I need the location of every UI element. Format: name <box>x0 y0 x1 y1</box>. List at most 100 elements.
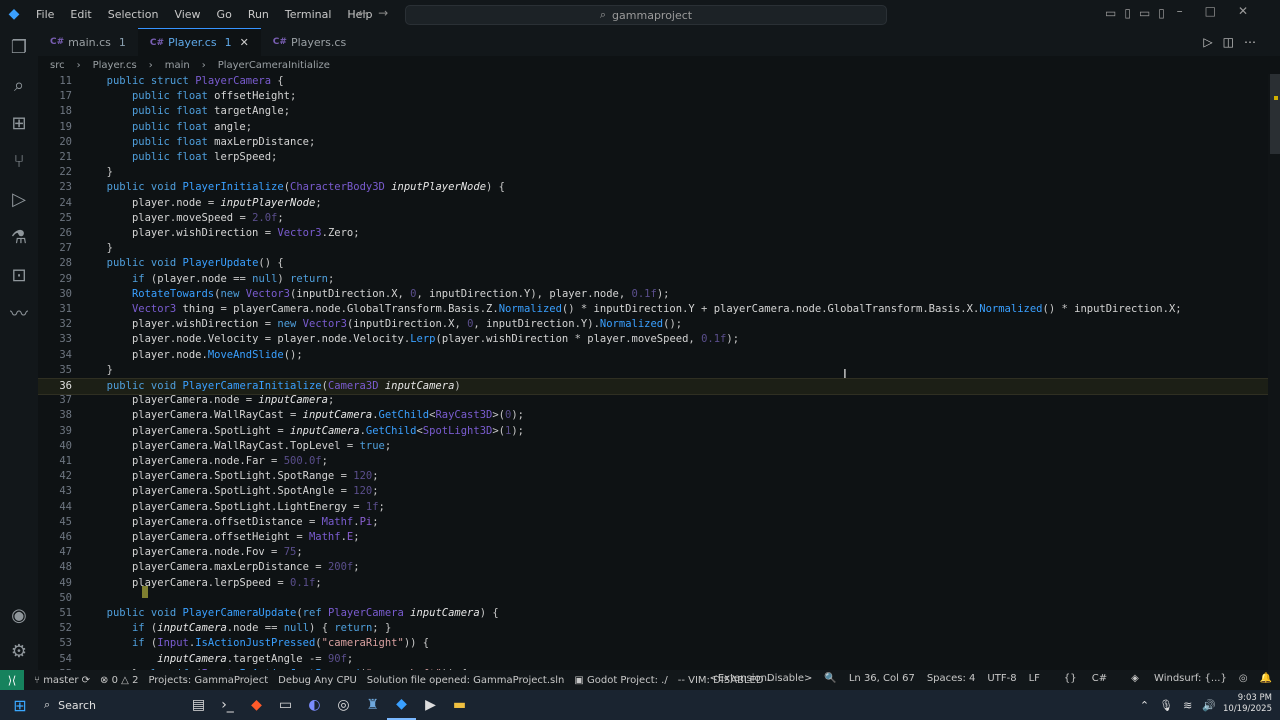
windows-start-icon[interactable]: ⊞ <box>0 690 40 720</box>
code-line[interactable]: 39 playerCamera.SpotLight = inputCamera.… <box>38 424 1268 439</box>
wifi-icon[interactable]: ≋ <box>1183 699 1202 712</box>
remote-explorer-icon[interactable]: ⊡ <box>0 256 38 294</box>
code-line[interactable]: 29 if (player.node == null) return; <box>38 272 1268 287</box>
tab-player-cs[interactable]: C# Player.cs 1 ✕ <box>137 28 261 56</box>
menu-edit[interactable]: Edit <box>62 8 99 21</box>
breadcrumb-item[interactable]: main <box>165 60 190 71</box>
solution-status[interactable]: Solution file opened: GammaProject.sln <box>367 675 565 686</box>
scrollbar-thumb[interactable] <box>1270 74 1280 154</box>
testing-icon[interactable]: ⚗ <box>0 218 38 256</box>
problems-indicator[interactable]: ⊗ 0 △ 2 <box>100 675 138 686</box>
code-line[interactable]: 37 playerCamera.node = inputCamera; <box>38 393 1268 408</box>
chevron-up-icon[interactable]: ⌃ <box>1140 699 1159 712</box>
github-app-icon[interactable]: ◎ <box>329 690 358 720</box>
code-line[interactable]: 28 public void PlayerUpdate() { <box>38 256 1268 271</box>
code-line[interactable]: 19 public float angle; <box>38 120 1268 135</box>
code-editor[interactable]: I 11 public struct PlayerCamera {17 publ… <box>38 74 1280 670</box>
code-line[interactable]: 38 playerCamera.WallRayCast = inputCamer… <box>38 408 1268 423</box>
layout-controls[interactable]: ▭▯▭▯ <box>1105 6 1173 20</box>
close-window-icon[interactable]: ✕ <box>1238 4 1270 18</box>
code-line[interactable]: 52 if (inputCamera.node == null) { retur… <box>38 621 1268 636</box>
breadcrumb-item[interactable]: PlayerCameraInitialize <box>218 60 330 71</box>
vscode-app-icon[interactable]: ◆ <box>387 690 416 720</box>
code-line[interactable]: 11 public struct PlayerCamera { <box>38 74 1268 89</box>
toggle-panel-icon[interactable]: ▯ <box>1124 6 1139 20</box>
breadcrumb-item[interactable]: Player.cs <box>93 60 137 71</box>
close-tab-icon[interactable]: ✕ <box>240 36 249 49</box>
code-line[interactable]: 33 player.node.Velocity = player.node.Ve… <box>38 332 1268 347</box>
code-line[interactable]: 31 Vector3 thing = playerCamera.node.Glo… <box>38 302 1268 317</box>
file-explorer-app-icon[interactable]: ▤ <box>184 690 213 720</box>
code-line[interactable]: 24 player.node = inputPlayerNode; <box>38 196 1268 211</box>
toggle-sidebar-icon[interactable]: ▭ <box>1105 6 1124 20</box>
code-line[interactable]: 43 playerCamera.SpotLight.SpotAngle = 12… <box>38 484 1268 499</box>
taskbar-search[interactable]: ⌕ Search <box>40 690 180 720</box>
run-debug-icon[interactable]: ▷ <box>0 180 38 218</box>
menu-run[interactable]: Run <box>240 8 277 21</box>
code-line[interactable]: 22 } <box>38 165 1268 180</box>
encoding[interactable]: UTF-8 <box>987 673 1016 684</box>
code-line[interactable]: 53 if (Input.IsActionJustPressed("camera… <box>38 636 1268 651</box>
breadcrumb-item[interactable]: src <box>50 60 65 71</box>
code-line[interactable]: 51 public void PlayerCameraUpdate(ref Pl… <box>38 606 1268 621</box>
code-line[interactable]: 26 player.wishDirection = Vector3.Zero; <box>38 226 1268 241</box>
code-line[interactable]: 40 playerCamera.WallRayCast.TopLevel = t… <box>38 439 1268 454</box>
run-icon[interactable]: ▷ <box>1203 35 1222 49</box>
git-branch[interactable]: ⑂ master ⟳ <box>34 675 90 686</box>
code-line[interactable]: 32 player.wishDirection = new Vector3(in… <box>38 317 1268 332</box>
menu-view[interactable]: View <box>166 8 208 21</box>
code-line[interactable]: 20 public float maxLerpDistance; <box>38 135 1268 150</box>
tab-players-cs[interactable]: C# Players.cs <box>261 28 358 56</box>
system-clock[interactable]: 9:03 PM 10/19/2025 <box>1223 693 1272 715</box>
code-line[interactable]: 49 playerCamera.lerpSpeed = 0.1f; <box>38 576 1268 591</box>
microphone-icon[interactable]: 🎙 <box>1159 699 1183 712</box>
language-mode[interactable]: {} C# <box>1052 673 1107 684</box>
code-line[interactable]: 54 inputCamera.targetAngle -= 90f; <box>38 652 1268 667</box>
code-line[interactable]: 30 RotateTowards(new Vector3(inputDirect… <box>38 287 1268 302</box>
code-line[interactable]: 23 public void PlayerInitialize(Characte… <box>38 180 1268 195</box>
settings-gear-icon[interactable]: ⚙ <box>0 632 38 670</box>
nav-arrows[interactable]: ←→ <box>358 6 398 20</box>
remote-indicator-icon[interactable]: ⟩⟨ <box>0 670 24 690</box>
window-controls[interactable]: –□✕ <box>1177 4 1270 18</box>
menu-file[interactable]: File <box>28 8 62 21</box>
minimize-icon[interactable]: – <box>1177 4 1205 18</box>
split-editor-icon[interactable]: ◫ <box>1223 35 1244 49</box>
code-line[interactable]: 44 playerCamera.SpotLight.LightEnergy = … <box>38 500 1268 515</box>
code-line[interactable]: 34 player.node.MoveAndSlide(); <box>38 348 1268 363</box>
code-line[interactable]: 27 } <box>38 241 1268 256</box>
forward-arrow-icon[interactable]: → <box>378 6 398 20</box>
windsurf-icon[interactable]: 〰 <box>0 294 38 332</box>
code-line[interactable]: 18 public float targetAngle; <box>38 104 1268 119</box>
code-line[interactable]: 25 player.moveSpeed = 2.0f; <box>38 211 1268 226</box>
code-line[interactable]: 35 } <box>38 363 1268 378</box>
folder-app-icon[interactable]: ▬ <box>445 690 474 720</box>
brave-browser-icon[interactable]: ◆ <box>242 690 271 720</box>
command-center-search[interactable]: ⌕ gammaproject <box>405 5 887 25</box>
notifications-bell-icon[interactable]: 🔔 <box>1260 673 1272 684</box>
search-view-icon[interactable]: ⌕ <box>0 66 38 104</box>
customize-layout-icon[interactable]: ▯ <box>1158 6 1173 20</box>
copilot-icon[interactable]: ◎ <box>1239 673 1248 684</box>
line-ending[interactable]: LF <box>1029 673 1040 684</box>
menu-go[interactable]: Go <box>209 8 240 21</box>
maximize-icon[interactable]: □ <box>1205 4 1238 18</box>
code-line[interactable]: 21 public float lerpSpeed; <box>38 150 1268 165</box>
code-line[interactable]: 46 playerCamera.offsetHeight = Mathf.E; <box>38 530 1268 545</box>
back-arrow-icon[interactable]: ← <box>358 6 378 20</box>
project-indicator[interactable]: Projects: GammaProject <box>148 675 268 686</box>
editor-actions[interactable]: ▷◫⋯ <box>1203 35 1266 49</box>
extension-status[interactable]: <ExtensionDisable> <box>709 673 812 684</box>
code-line[interactable]: 50 <box>38 591 1268 606</box>
toggle-secondary-sidebar-icon[interactable]: ▭ <box>1139 6 1158 20</box>
system-tray[interactable]: ⌃🎙≋🔊 <box>1140 699 1226 712</box>
indentation[interactable]: Spaces: 4 <box>927 673 976 684</box>
command-prompt-icon[interactable]: ▭ <box>271 690 300 720</box>
sync-icon[interactable]: ⟳ <box>82 675 90 686</box>
zoom-icon[interactable]: 🔍 <box>824 673 836 684</box>
code-line[interactable]: 45 playerCamera.offsetDistance = Mathf.P… <box>38 515 1268 530</box>
editor-scrollbar[interactable] <box>1268 74 1280 670</box>
cursor-position[interactable]: Ln 36, Col 67 <box>849 673 915 684</box>
source-control-icon[interactable]: ⑂ <box>0 142 38 180</box>
windsurf-status[interactable]: ◈ Windsurf: {...} <box>1119 673 1227 684</box>
